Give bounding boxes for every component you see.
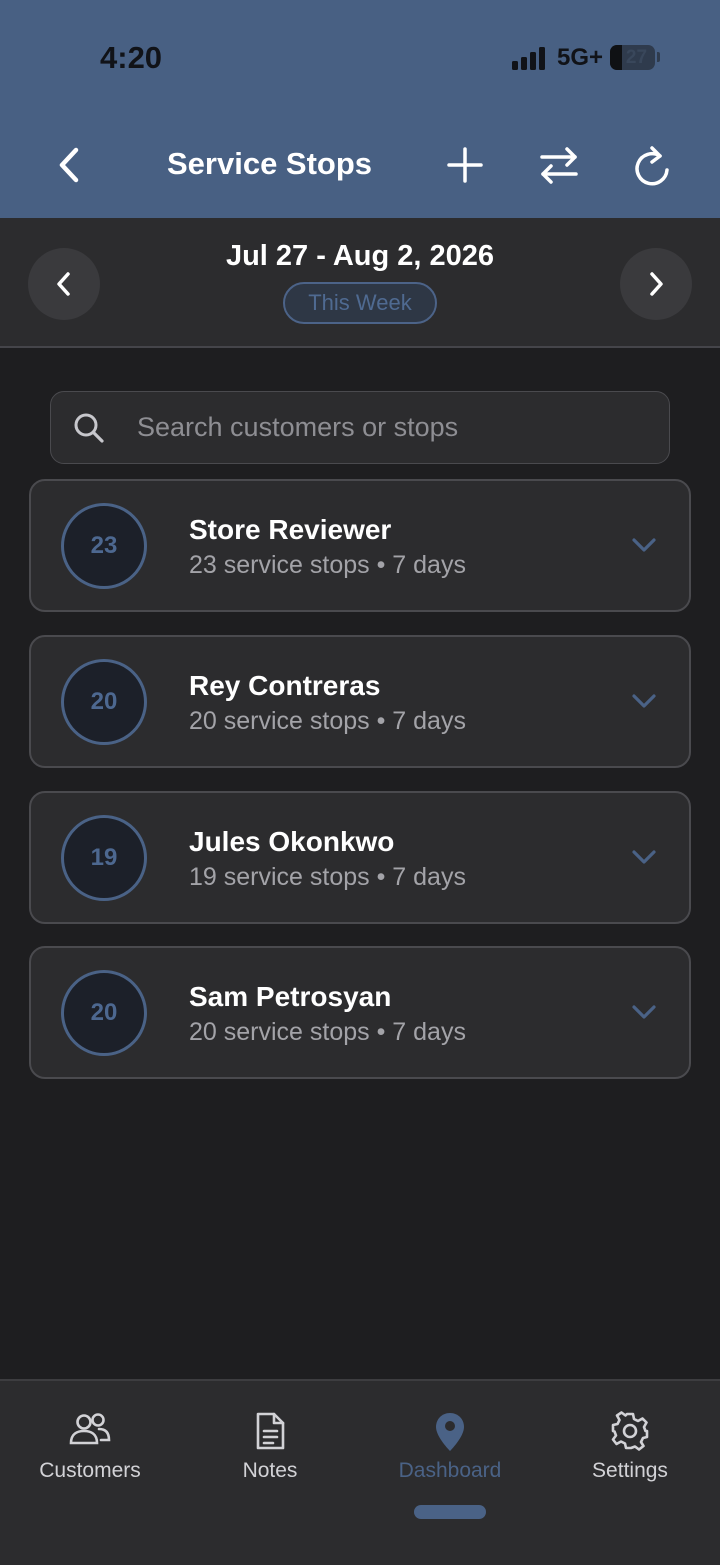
page-title: Service Stops [167, 146, 373, 181]
battery-level: 27 [625, 47, 648, 68]
customer-summary: 23 service stops • 7 days [189, 551, 466, 579]
tab-label: Dashboard [398, 1459, 502, 1482]
stop-count-circle: 23 [61, 503, 147, 589]
search-bar [50, 391, 670, 464]
next-week-button[interactable] [620, 248, 692, 320]
signal-icon [512, 46, 548, 70]
tab-label: Notes [242, 1459, 298, 1482]
customer-card[interactable]: 23 Store Reviewer 23 service stops • 7 d… [29, 479, 691, 612]
chevron-right-icon [650, 272, 663, 296]
tab-dashboard[interactable]: Dashboard [360, 1381, 540, 1501]
back-chevron-icon [59, 147, 79, 183]
location-pin-icon [436, 1413, 464, 1451]
tab-label: Settings [592, 1459, 668, 1482]
customer-name: Jules Okonkwo [189, 826, 395, 857]
plus-icon [447, 147, 483, 183]
document-icon [256, 1412, 285, 1450]
people-icon [69, 1413, 111, 1445]
network-type: 5G+ [557, 44, 604, 71]
swap-arrows-icon [540, 147, 578, 184]
gear-icon [611, 1411, 649, 1451]
customer-name: Rey Contreras [189, 670, 381, 701]
tab-label: Customers [39, 1459, 141, 1482]
refresh-icon [635, 146, 669, 186]
week-range: Jul 27 - Aug 2, 2026 [225, 240, 495, 272]
customer-card[interactable]: 20 Sam Petrosyan 20 service stops • 7 da… [29, 946, 691, 1079]
customer-card[interactable]: 20 Rey Contreras 20 service stops • 7 da… [29, 635, 691, 768]
chevron-down-icon[interactable] [629, 1000, 659, 1024]
stop-count-circle: 19 [61, 815, 147, 901]
customer-name: Store Reviewer [189, 514, 392, 545]
tab-customers[interactable]: Customers [0, 1381, 180, 1501]
stop-count-circle: 20 [61, 659, 147, 745]
customer-name: Sam Petrosyan [189, 981, 392, 1012]
this-week-badge[interactable]: This Week [283, 282, 437, 324]
search-icon [74, 413, 104, 443]
search-input[interactable] [137, 392, 657, 462]
battery-cap [657, 52, 660, 62]
chevron-left-icon [57, 272, 70, 296]
chevron-down-icon[interactable] [629, 533, 659, 557]
battery-icon: 27 [610, 45, 655, 70]
customer-summary: 20 service stops • 7 days [189, 1018, 466, 1046]
customer-summary: 20 service stops • 7 days [189, 707, 466, 735]
customer-card[interactable]: 19 Jules Okonkwo 19 service stops • 7 da… [29, 791, 691, 924]
home-indicator [414, 1505, 486, 1519]
add-button[interactable] [440, 140, 490, 190]
header: 4:20 5G+ 27 Service Stops [0, 0, 720, 218]
stop-count-circle: 20 [61, 970, 147, 1056]
tab-notes[interactable]: Notes [180, 1381, 360, 1501]
chevron-down-icon[interactable] [629, 689, 659, 713]
week-selector: Jul 27 - Aug 2, 2026 This Week [0, 218, 720, 348]
swap-button[interactable] [533, 140, 585, 190]
chevron-down-icon[interactable] [629, 845, 659, 869]
customer-summary: 19 service stops • 7 days [189, 863, 466, 891]
back-button[interactable] [44, 140, 94, 190]
status-time: 4:20 [100, 40, 163, 75]
tab-settings[interactable]: Settings [540, 1381, 720, 1501]
tab-bar: Customers Notes Dashboard Settings [0, 1379, 720, 1565]
refresh-button[interactable] [626, 140, 678, 192]
